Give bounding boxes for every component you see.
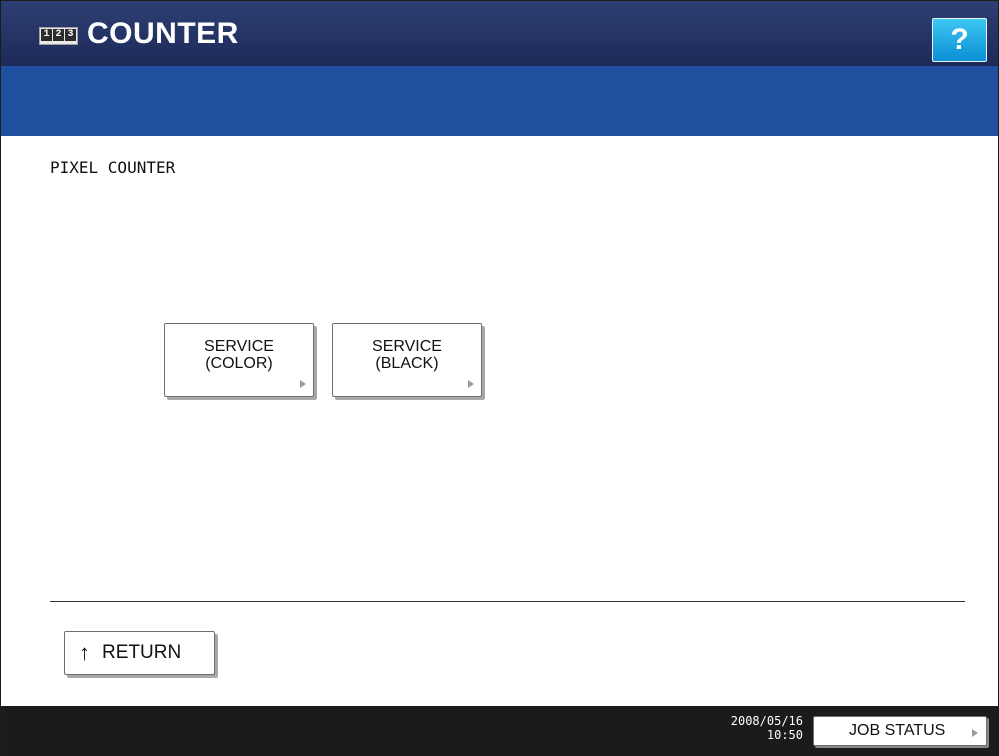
date-text: 2008/05/16 <box>730 714 803 728</box>
job-status-label: JOB STATUS <box>849 722 946 739</box>
counter-icon-digit: 3 <box>65 29 76 41</box>
header-band <box>1 66 998 136</box>
service-black-button[interactable]: SERVICE (BLACK) <box>332 323 482 397</box>
counter-icon: 1 2 3 <box>39 27 78 45</box>
arrow-right-icon <box>300 380 306 388</box>
help-button[interactable]: ? <box>932 18 987 62</box>
counter-icon-digit: 1 <box>41 29 52 41</box>
return-label: RETURN <box>102 642 182 663</box>
return-arrow-icon: ↑ <box>79 640 90 665</box>
page-title: COUNTER <box>87 17 239 50</box>
service-color-label: SERVICE (COLOR) <box>204 338 274 372</box>
return-button[interactable]: ↑ RETURN <box>64 631 215 675</box>
divider <box>50 601 965 602</box>
service-color-button[interactable]: SERVICE (COLOR) <box>164 323 314 397</box>
job-status-button[interactable]: JOB STATUS <box>813 716 987 746</box>
section-title: PIXEL COUNTER <box>50 158 176 177</box>
counter-icon-digit: 2 <box>53 29 64 41</box>
arrow-right-icon <box>468 380 474 388</box>
datetime: 2008/05/16 10:50 <box>712 714 803 742</box>
time-text: 10:50 <box>766 728 803 742</box>
title-bar: 1 2 3 COUNTER ? <box>1 1 998 66</box>
service-black-label: SERVICE (BLACK) <box>372 338 442 372</box>
arrow-right-icon <box>972 729 978 737</box>
